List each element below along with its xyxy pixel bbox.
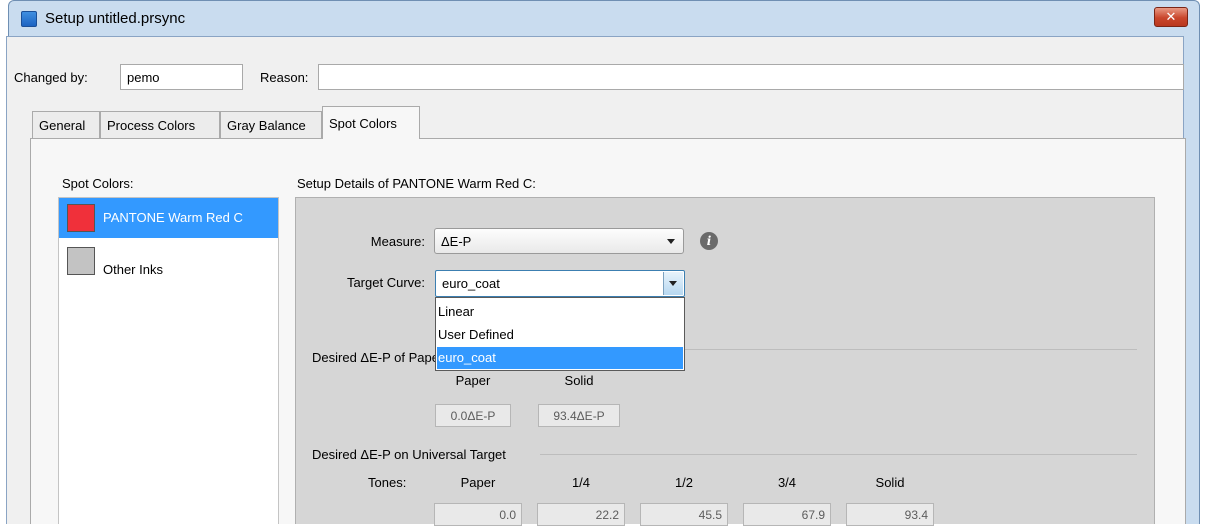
spot-item-label: Other Inks (103, 262, 163, 277)
changed-by-label: Changed by: (14, 70, 88, 85)
paper-column-label: Paper (455, 373, 491, 388)
target-curve-value: euro_coat (442, 276, 500, 291)
universal-target-group-title: Desired ΔE-P on Universal Target (312, 447, 506, 462)
tone-column-three-quarter: 3/4 (777, 475, 797, 490)
reason-label: Reason: (260, 70, 309, 85)
tone-value-field[interactable]: 22.2 (537, 503, 625, 526)
spot-item-label: PANTONE Warm Red C (103, 210, 243, 225)
tone-value-field[interactable]: 67.9 (743, 503, 831, 526)
info-icon[interactable]: i (700, 232, 718, 250)
title-bar[interactable]: Setup untitled.prsync ✕ (9, 1, 1199, 37)
tone-value-field[interactable]: 0.0 (434, 503, 522, 526)
details-heading: Setup Details of PANTONE Warm Red C: (297, 176, 536, 191)
tab-spot-colors[interactable]: Spot Colors (322, 106, 420, 139)
paper-solid-group-title: Desired ΔE-P of Paper and Solid (312, 350, 436, 365)
color-swatch (67, 204, 95, 232)
chevron-down-icon (669, 281, 677, 286)
spot-colors-label: Spot Colors: (62, 176, 134, 191)
tone-column-solid: Solid (875, 475, 905, 490)
target-curve-select[interactable]: euro_coat (435, 270, 685, 297)
changed-by-input[interactable]: pemo (120, 64, 243, 90)
dropdown-option-euro-coat[interactable]: euro_coat (437, 347, 683, 369)
chevron-down-icon (667, 239, 675, 244)
solid-column-label: Solid (564, 373, 594, 388)
tone-column-quarter: 1/4 (571, 475, 591, 490)
tab-general[interactable]: General (32, 111, 100, 138)
tab-gray-balance[interactable]: Gray Balance (220, 111, 322, 138)
app-icon (21, 11, 37, 27)
target-curve-dropdown-list[interactable]: Linear User Defined euro_coat (435, 297, 685, 371)
spot-item-other-inks[interactable]: Other Inks (59, 244, 278, 284)
tones-label: Tones: (368, 475, 407, 490)
tone-value-field[interactable]: 93.4 (846, 503, 934, 526)
group-separator (540, 454, 1137, 455)
dropdown-option-user-defined[interactable]: User Defined (437, 324, 683, 346)
spot-item-pantone-warm-red-c[interactable]: PANTONE Warm Red C (59, 198, 278, 238)
tab-process-colors[interactable]: Process Colors (100, 111, 220, 138)
solid-delta-field[interactable]: 93.4ΔE-P (538, 404, 620, 427)
tone-column-half: 1/2 (674, 475, 694, 490)
paper-delta-field[interactable]: 0.0ΔE-P (435, 404, 511, 427)
measure-label: Measure: (370, 234, 425, 249)
dropdown-option-linear[interactable]: Linear (437, 301, 683, 323)
measure-value: ΔE-P (441, 234, 472, 249)
close-icon: ✕ (1165, 9, 1177, 24)
tone-column-paper: Paper (460, 475, 496, 490)
target-curve-label: Target Curve: (346, 275, 425, 290)
measure-select[interactable]: ΔE-P (434, 228, 684, 254)
reason-input[interactable] (318, 64, 1184, 90)
color-swatch (67, 247, 95, 275)
close-button[interactable]: ✕ (1154, 7, 1188, 27)
window-title: Setup untitled.prsync (45, 10, 186, 27)
dropdown-button[interactable] (663, 272, 683, 295)
tone-value-field[interactable]: 45.5 (640, 503, 728, 526)
